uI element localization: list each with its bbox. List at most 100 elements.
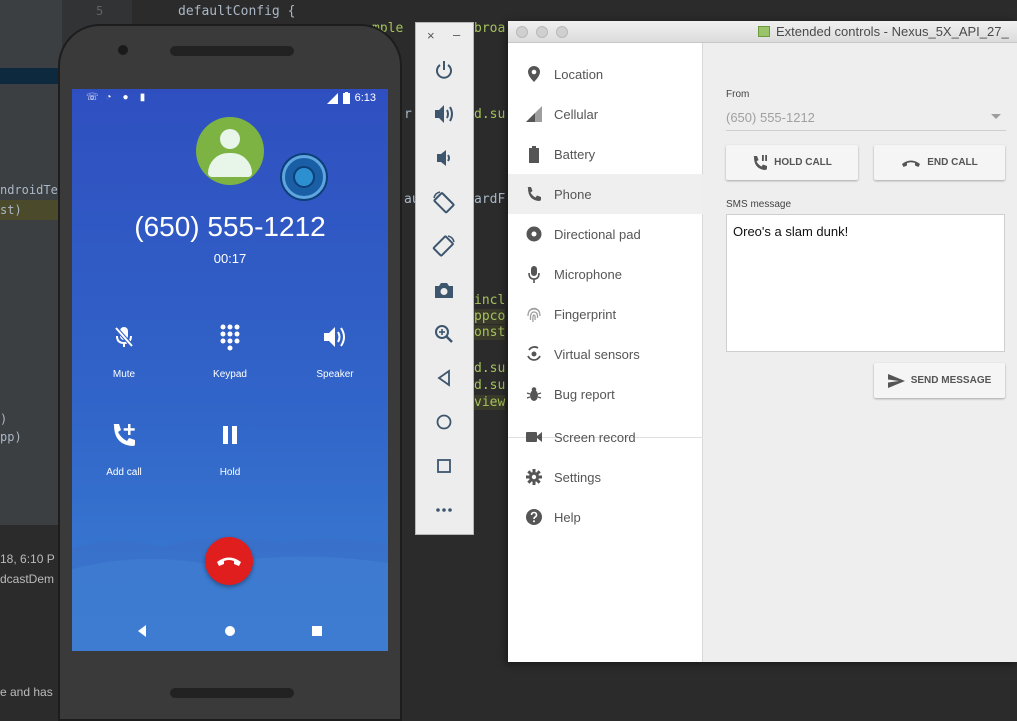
back-icon[interactable] — [134, 623, 150, 639]
back-icon — [437, 369, 450, 387]
home-icon[interactable] — [222, 623, 238, 639]
sidebar-item-help[interactable]: Help — [508, 497, 703, 537]
ide-code-fragment: ppco — [474, 309, 506, 324]
ide-selected-row — [0, 68, 62, 84]
overview-button[interactable] — [430, 452, 458, 480]
zoom-button[interactable] — [430, 320, 458, 348]
power-button[interactable] — [430, 56, 458, 84]
rotate-right-button[interactable] — [430, 232, 458, 260]
ide-event-log-time: 18, 6:10 P — [0, 552, 55, 566]
window-minimize-icon[interactable] — [536, 26, 548, 38]
sd-card-icon: ▮ — [139, 92, 146, 103]
overview-icon[interactable] — [309, 623, 325, 639]
from-number-field[interactable]: (650) 555-1212 — [726, 110, 815, 125]
toolbar-header: × – — [416, 23, 473, 49]
call-number: (650) 555-1212 — [134, 211, 326, 242]
send-message-button[interactable]: SEND MESSAGE — [874, 363, 1005, 398]
sidebar-item-label: Phone — [554, 186, 592, 202]
sidebar-item-label: Battery — [554, 146, 596, 162]
bug-icon — [526, 386, 542, 402]
sidebar-item-settings[interactable]: Settings — [508, 457, 703, 497]
overview-icon — [437, 459, 451, 473]
signal-icon — [326, 92, 338, 104]
sms-message-field[interactable]: Oreo's a slam dunk! — [726, 214, 1005, 352]
back-button[interactable] — [430, 364, 458, 392]
gear-icon — [526, 469, 542, 485]
sidebar-item-microphone[interactable]: Microphone — [508, 254, 703, 294]
sidebar-item-label: Cellular — [554, 106, 599, 122]
extended-controls-window: Extended controls - Nexus_5X_API_27_ Loc… — [508, 21, 1017, 662]
virtual-sensors-icon — [526, 346, 542, 362]
ide-tree-label: ndroidTes — [0, 183, 66, 197]
call-timer: 00:17 — [213, 251, 247, 266]
mute-label: Mute — [112, 369, 136, 380]
ide-tree-label: ) — [0, 412, 8, 426]
end-call-button[interactable]: END CALL — [874, 145, 1005, 180]
notification-icons: ☏ ◔ ● ▮ — [86, 92, 148, 103]
window-zoom-icon[interactable] — [556, 26, 568, 38]
ide-line-number: 5 — [96, 4, 104, 18]
sidebar-item-battery[interactable]: Battery — [508, 134, 703, 174]
avatar-body — [208, 153, 252, 177]
ide-code-fragment: ardF — [474, 192, 506, 207]
sidebar-item-phone[interactable]: Phone — [508, 174, 703, 214]
help-icon — [526, 509, 542, 525]
close-icon[interactable]: × — [427, 28, 435, 43]
front-camera — [118, 45, 128, 55]
rotate-right-icon — [432, 235, 455, 257]
home-button[interactable] — [430, 408, 458, 436]
more-button[interactable] — [430, 496, 458, 524]
touch-indicator-center — [293, 166, 315, 188]
ide-code-line: defaultConfig { — [178, 4, 296, 19]
sidebar-item-label: Microphone — [554, 266, 622, 282]
speaker-button[interactable]: Speaker — [300, 319, 370, 380]
hold-button[interactable]: Hold — [195, 417, 265, 478]
power-icon — [436, 61, 452, 79]
window-close-icon[interactable] — [516, 26, 528, 38]
minimize-icon[interactable]: – — [453, 27, 460, 42]
volume-up-button[interactable] — [430, 100, 458, 128]
ide-event-log-text: e and has — [0, 685, 53, 699]
keypad-button[interactable]: Keypad — [195, 319, 265, 380]
window-title-text: Extended controls - Nexus_5X_API_27_ — [776, 24, 1009, 39]
fingerprint-icon — [526, 306, 542, 322]
sidebar-item-cellular[interactable]: Cellular — [508, 94, 703, 134]
system-icons: 6:13 — [326, 92, 376, 104]
end-call-button[interactable] — [205, 537, 253, 585]
zoom-icon — [435, 325, 453, 343]
emulator-toolbar: × – — [415, 22, 474, 535]
ide-code-fragment: d.su — [474, 107, 506, 122]
phone-paused-icon — [753, 154, 768, 170]
ide-code-fragment: r — [404, 107, 412, 122]
sidebar-item-fingerprint[interactable]: Fingerprint — [508, 294, 703, 334]
volume-down-button[interactable] — [430, 144, 458, 172]
mute-button[interactable]: Mute — [89, 319, 159, 380]
dpad-icon — [526, 226, 542, 242]
hold-call-button[interactable]: HOLD CALL — [726, 145, 858, 180]
send-icon — [887, 373, 905, 388]
sidebar-item-location[interactable]: Location — [508, 54, 703, 94]
ide-code-fragment: view — [474, 395, 506, 410]
chevron-down-icon[interactable] — [991, 114, 1001, 119]
add-call-button[interactable]: Add call — [89, 417, 159, 478]
screenshot-button[interactable] — [430, 276, 458, 304]
sidebar-item-label: Bug report — [554, 386, 615, 402]
rotate-left-icon — [433, 191, 455, 214]
ide-tree-label: st) — [0, 203, 22, 217]
send-message-label: SEND MESSAGE — [910, 375, 992, 386]
volume-icon — [324, 327, 345, 347]
from-label: From — [726, 89, 750, 100]
sms-label: SMS message — [726, 199, 792, 210]
volume-down-icon — [437, 150, 450, 166]
sidebar-item-virtual-sensors[interactable]: Virtual sensors — [508, 334, 703, 374]
sidebar-item-directional-pad[interactable]: Directional pad — [508, 214, 703, 254]
hold-call-label: HOLD CALL — [774, 157, 832, 168]
sidebar-item-label: Screen record — [554, 429, 636, 445]
location-pin-icon — [526, 66, 542, 82]
sidebar-item-bug-report[interactable]: Bug report — [508, 374, 703, 414]
ide-code-fragment: broa — [474, 21, 506, 36]
sidebar-item-screen-record[interactable]: Screen record — [508, 417, 703, 457]
battery-icon — [526, 145, 542, 163]
rotate-left-button[interactable] — [430, 188, 458, 216]
volume-up-icon — [435, 105, 453, 123]
